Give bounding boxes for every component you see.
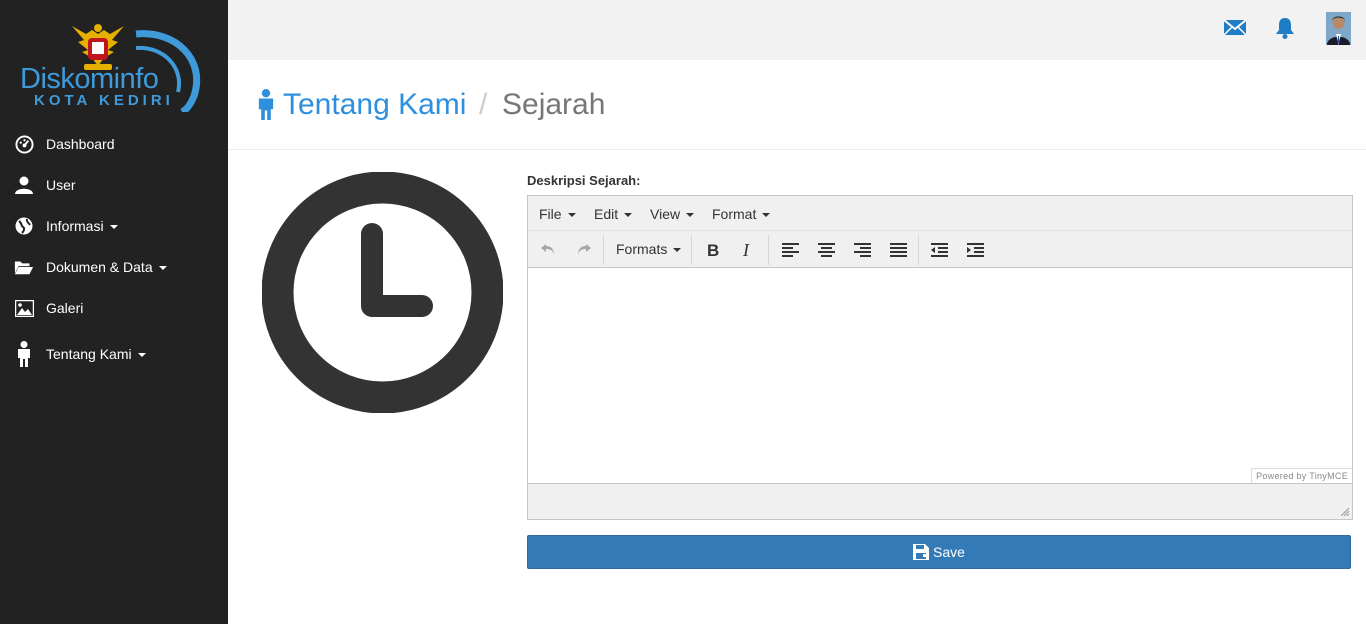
sidebar-item-label: Dokumen & Data [46, 259, 167, 275]
toolbar-separator [691, 235, 692, 265]
person-icon [256, 89, 276, 125]
save-button-label: Save [933, 544, 965, 560]
menu-format[interactable]: Format [712, 206, 771, 222]
resize-handle-icon[interactable] [1341, 508, 1349, 516]
caret-down-icon [673, 248, 682, 253]
page-header: Tentang Kami / Sejarah [228, 60, 1366, 150]
sidebar-item-user[interactable]: User [0, 168, 228, 202]
save-icon [913, 544, 930, 560]
menu-label: Edit [594, 206, 619, 222]
sidebar-item-informasi[interactable]: Informasi [0, 209, 228, 243]
folder-open-icon [14, 257, 34, 277]
menu-label: Format [712, 206, 757, 222]
logo[interactable]: Diskominfo KOTA KEDIRI [18, 20, 210, 112]
save-button[interactable]: Save [527, 535, 1351, 569]
sidebar-item-label: Informasi [46, 218, 118, 234]
sidebar-item-tentang-kami[interactable]: Tentang Kami [0, 337, 228, 371]
svg-text:I: I [742, 242, 750, 258]
caret-down-icon [762, 213, 771, 218]
indent-icon[interactable] [964, 239, 986, 261]
toolbar-separator [768, 235, 769, 265]
top-bar [228, 0, 1366, 60]
sidebar-item-label: Dashboard [46, 136, 115, 152]
formats-label: Formats [616, 241, 668, 257]
toolbar-separator [918, 235, 919, 265]
undo-icon[interactable] [537, 239, 559, 261]
breadcrumb-separator: / [479, 88, 488, 121]
field-label: Deskripsi Sejarah: [527, 173, 641, 188]
avatar[interactable] [1326, 12, 1351, 45]
editor-content-area[interactable] [528, 268, 1352, 483]
mail-icon[interactable] [1223, 18, 1248, 42]
globe-icon [14, 216, 34, 236]
sidebar-item-label: Tentang Kami [46, 346, 146, 362]
caret-down-icon [137, 353, 146, 358]
logo-subtitle: KOTA KEDIRI [34, 92, 174, 109]
picture-icon [14, 298, 34, 318]
align-left-icon[interactable] [779, 239, 801, 261]
page-title: Tentang Kami [283, 88, 467, 121]
breadcrumb-current: Sejarah [502, 88, 606, 121]
sidebar-item-text: Dokumen & Data [46, 259, 153, 275]
menu-label: View [650, 206, 681, 222]
bell-icon[interactable] [1275, 17, 1299, 41]
menu-label: File [539, 206, 562, 222]
toolbar-separator [603, 235, 604, 265]
align-justify-icon[interactable] [887, 239, 909, 261]
menu-file[interactable]: File [539, 206, 576, 222]
sidebar-item-text: Informasi [46, 218, 104, 234]
caret-down-icon [686, 213, 695, 218]
sidebar-item-galeri[interactable]: Galeri [0, 291, 228, 325]
caret-down-icon [109, 225, 118, 230]
sidebar-item-dokumen[interactable]: Dokumen & Data [0, 250, 228, 284]
formats-dropdown[interactable]: Formats [616, 241, 682, 257]
italic-icon[interactable]: I [737, 239, 759, 261]
bold-icon[interactable]: B [702, 239, 724, 261]
sidebar-item-label: User [46, 177, 76, 193]
outdent-icon[interactable] [928, 239, 950, 261]
person-icon [14, 341, 34, 367]
svg-text:B: B [707, 242, 719, 258]
caret-down-icon [624, 213, 633, 218]
powered-by-label[interactable]: Powered by TinyMCE [1251, 468, 1352, 483]
user-icon [14, 175, 34, 195]
clock-icon [261, 171, 504, 418]
menu-view[interactable]: View [650, 206, 695, 222]
align-right-icon[interactable] [851, 239, 873, 261]
dashboard-icon [14, 134, 34, 154]
caret-down-icon [567, 213, 576, 218]
editor-menubar: File Edit View Format [528, 196, 1352, 231]
menu-edit[interactable]: Edit [594, 206, 633, 222]
sidebar-item-dashboard[interactable]: Dashboard [0, 127, 228, 161]
sidebar: Diskominfo KOTA KEDIRI Dashboard User In… [0, 0, 228, 624]
sidebar-item-text: Tentang Kami [46, 346, 132, 362]
sidebar-item-label: Galeri [46, 300, 84, 316]
redo-icon[interactable] [573, 239, 595, 261]
align-center-icon[interactable] [815, 239, 837, 261]
caret-down-icon [158, 266, 167, 271]
rich-text-editor: File Edit View Format Formats B I Powere… [527, 195, 1353, 520]
editor-toolbar: Formats B I [528, 231, 1352, 268]
editor-statusbar [528, 483, 1352, 519]
